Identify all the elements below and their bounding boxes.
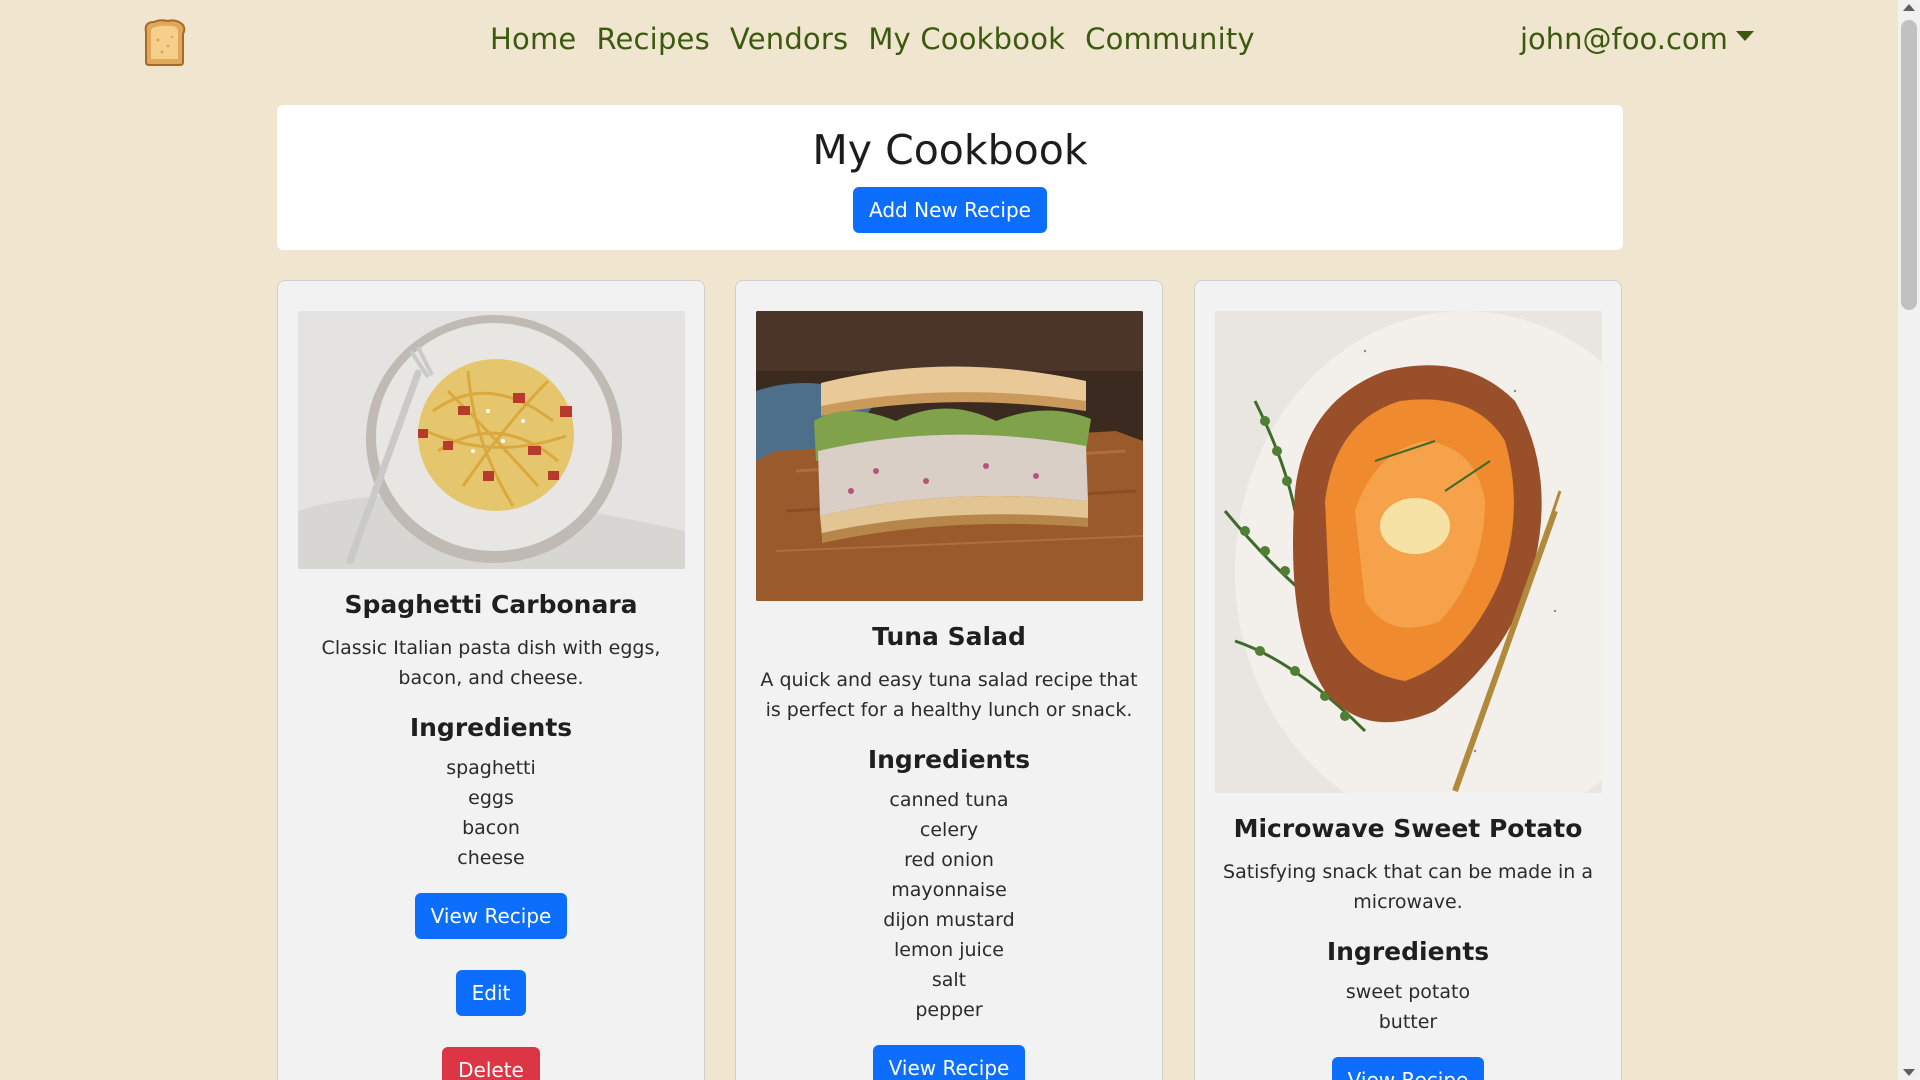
recipe-card: Microwave Sweet Potato Satisfying snack … [1194,280,1622,1080]
page-scrollbar[interactable] [1898,0,1920,1080]
nav-my-cookbook[interactable]: My Cookbook [868,22,1065,56]
ingredient-item: celery [919,819,979,841]
recipe-title: Microwave Sweet Potato [1233,814,1583,843]
delete-recipe-button[interactable]: Delete [442,1047,540,1080]
recipe-description: Classic Italian pasta dish with eggs, ba… [321,637,661,689]
edit-recipe-button[interactable]: Edit [455,970,527,1016]
user-email: john@foo.com [1520,22,1728,56]
main-nav: Home Recipes Vendors My Cookbook Communi… [490,22,1255,56]
recipe-title: Tuna Salad [872,622,1026,651]
ingredient-item: canned tuna [889,789,1009,811]
nav-home[interactable]: Home [490,22,576,56]
recipe-image-tuna-salad [755,311,1143,601]
ingredients-heading: Ingredients [409,713,573,742]
ingredients-heading: Ingredients [867,745,1031,774]
ingredient-item: spaghetti [446,757,536,779]
toast-logo-icon[interactable] [140,18,188,68]
recipe-card: Spaghetti Carbonara Classic Italian past… [277,280,705,1080]
ingredient-item: salt [931,969,967,991]
recipe-actions: View Recipe [1195,1057,1621,1080]
recipe-description: Satisfying snack that can be made in a m… [1223,861,1593,913]
ingredient-item: butter [1378,1011,1438,1033]
nav-recipes[interactable]: Recipes [596,22,709,56]
view-recipe-button[interactable]: View Recipe [414,893,568,939]
recipe-actions: View Recipe Edit Delete [278,893,704,1080]
scroll-up-arrow-icon[interactable] [1903,4,1915,11]
recipe-image-microwave-sweet-potato [1214,311,1602,793]
recipe-image-spaghetti-carbonara [297,311,685,569]
navbar: Home Recipes Vendors My Cookbook Communi… [0,0,1898,86]
add-new-recipe-button[interactable]: Add New Recipe [853,187,1047,233]
view-recipe-button[interactable]: View Recipe [1331,1057,1485,1080]
ingredients-list: spaghetti eggs bacon cheese [278,753,704,873]
scroll-down-arrow-icon[interactable] [1903,1069,1915,1076]
caret-down-icon [1735,31,1754,41]
user-menu-dropdown[interactable]: john@foo.com [1520,22,1754,56]
ingredients-heading: Ingredients [1326,937,1490,966]
recipe-card: Tuna Salad A quick and easy tuna salad r… [735,280,1163,1080]
page-title: My Cookbook [812,126,1088,174]
ingredient-item: dijon mustard [883,909,1015,931]
ingredient-item: bacon [462,817,520,839]
recipe-actions: View Recipe [736,1045,1162,1080]
ingredient-item: pepper [915,999,983,1021]
cookbook-header: My Cookbook Add New Recipe [277,105,1623,250]
ingredient-item: lemon juice [894,939,1004,961]
nav-vendors[interactable]: Vendors [730,22,848,56]
recipe-title: Spaghetti Carbonara [344,590,638,619]
view-recipe-button[interactable]: View Recipe [872,1045,1026,1080]
recipe-description: A quick and easy tuna salad recipe that … [760,669,1138,721]
nav-community[interactable]: Community [1085,22,1255,56]
ingredients-list: sweet potato butter [1195,977,1621,1037]
scroll-thumb[interactable] [1901,20,1917,310]
ingredient-item: sweet potato [1345,981,1471,1003]
ingredient-item: eggs [468,787,514,809]
ingredient-item: cheese [457,847,525,869]
ingredients-list: canned tuna celery red onion mayonnaise … [736,785,1162,1025]
ingredient-item: red onion [904,849,994,871]
ingredient-item: mayonnaise [891,879,1007,901]
